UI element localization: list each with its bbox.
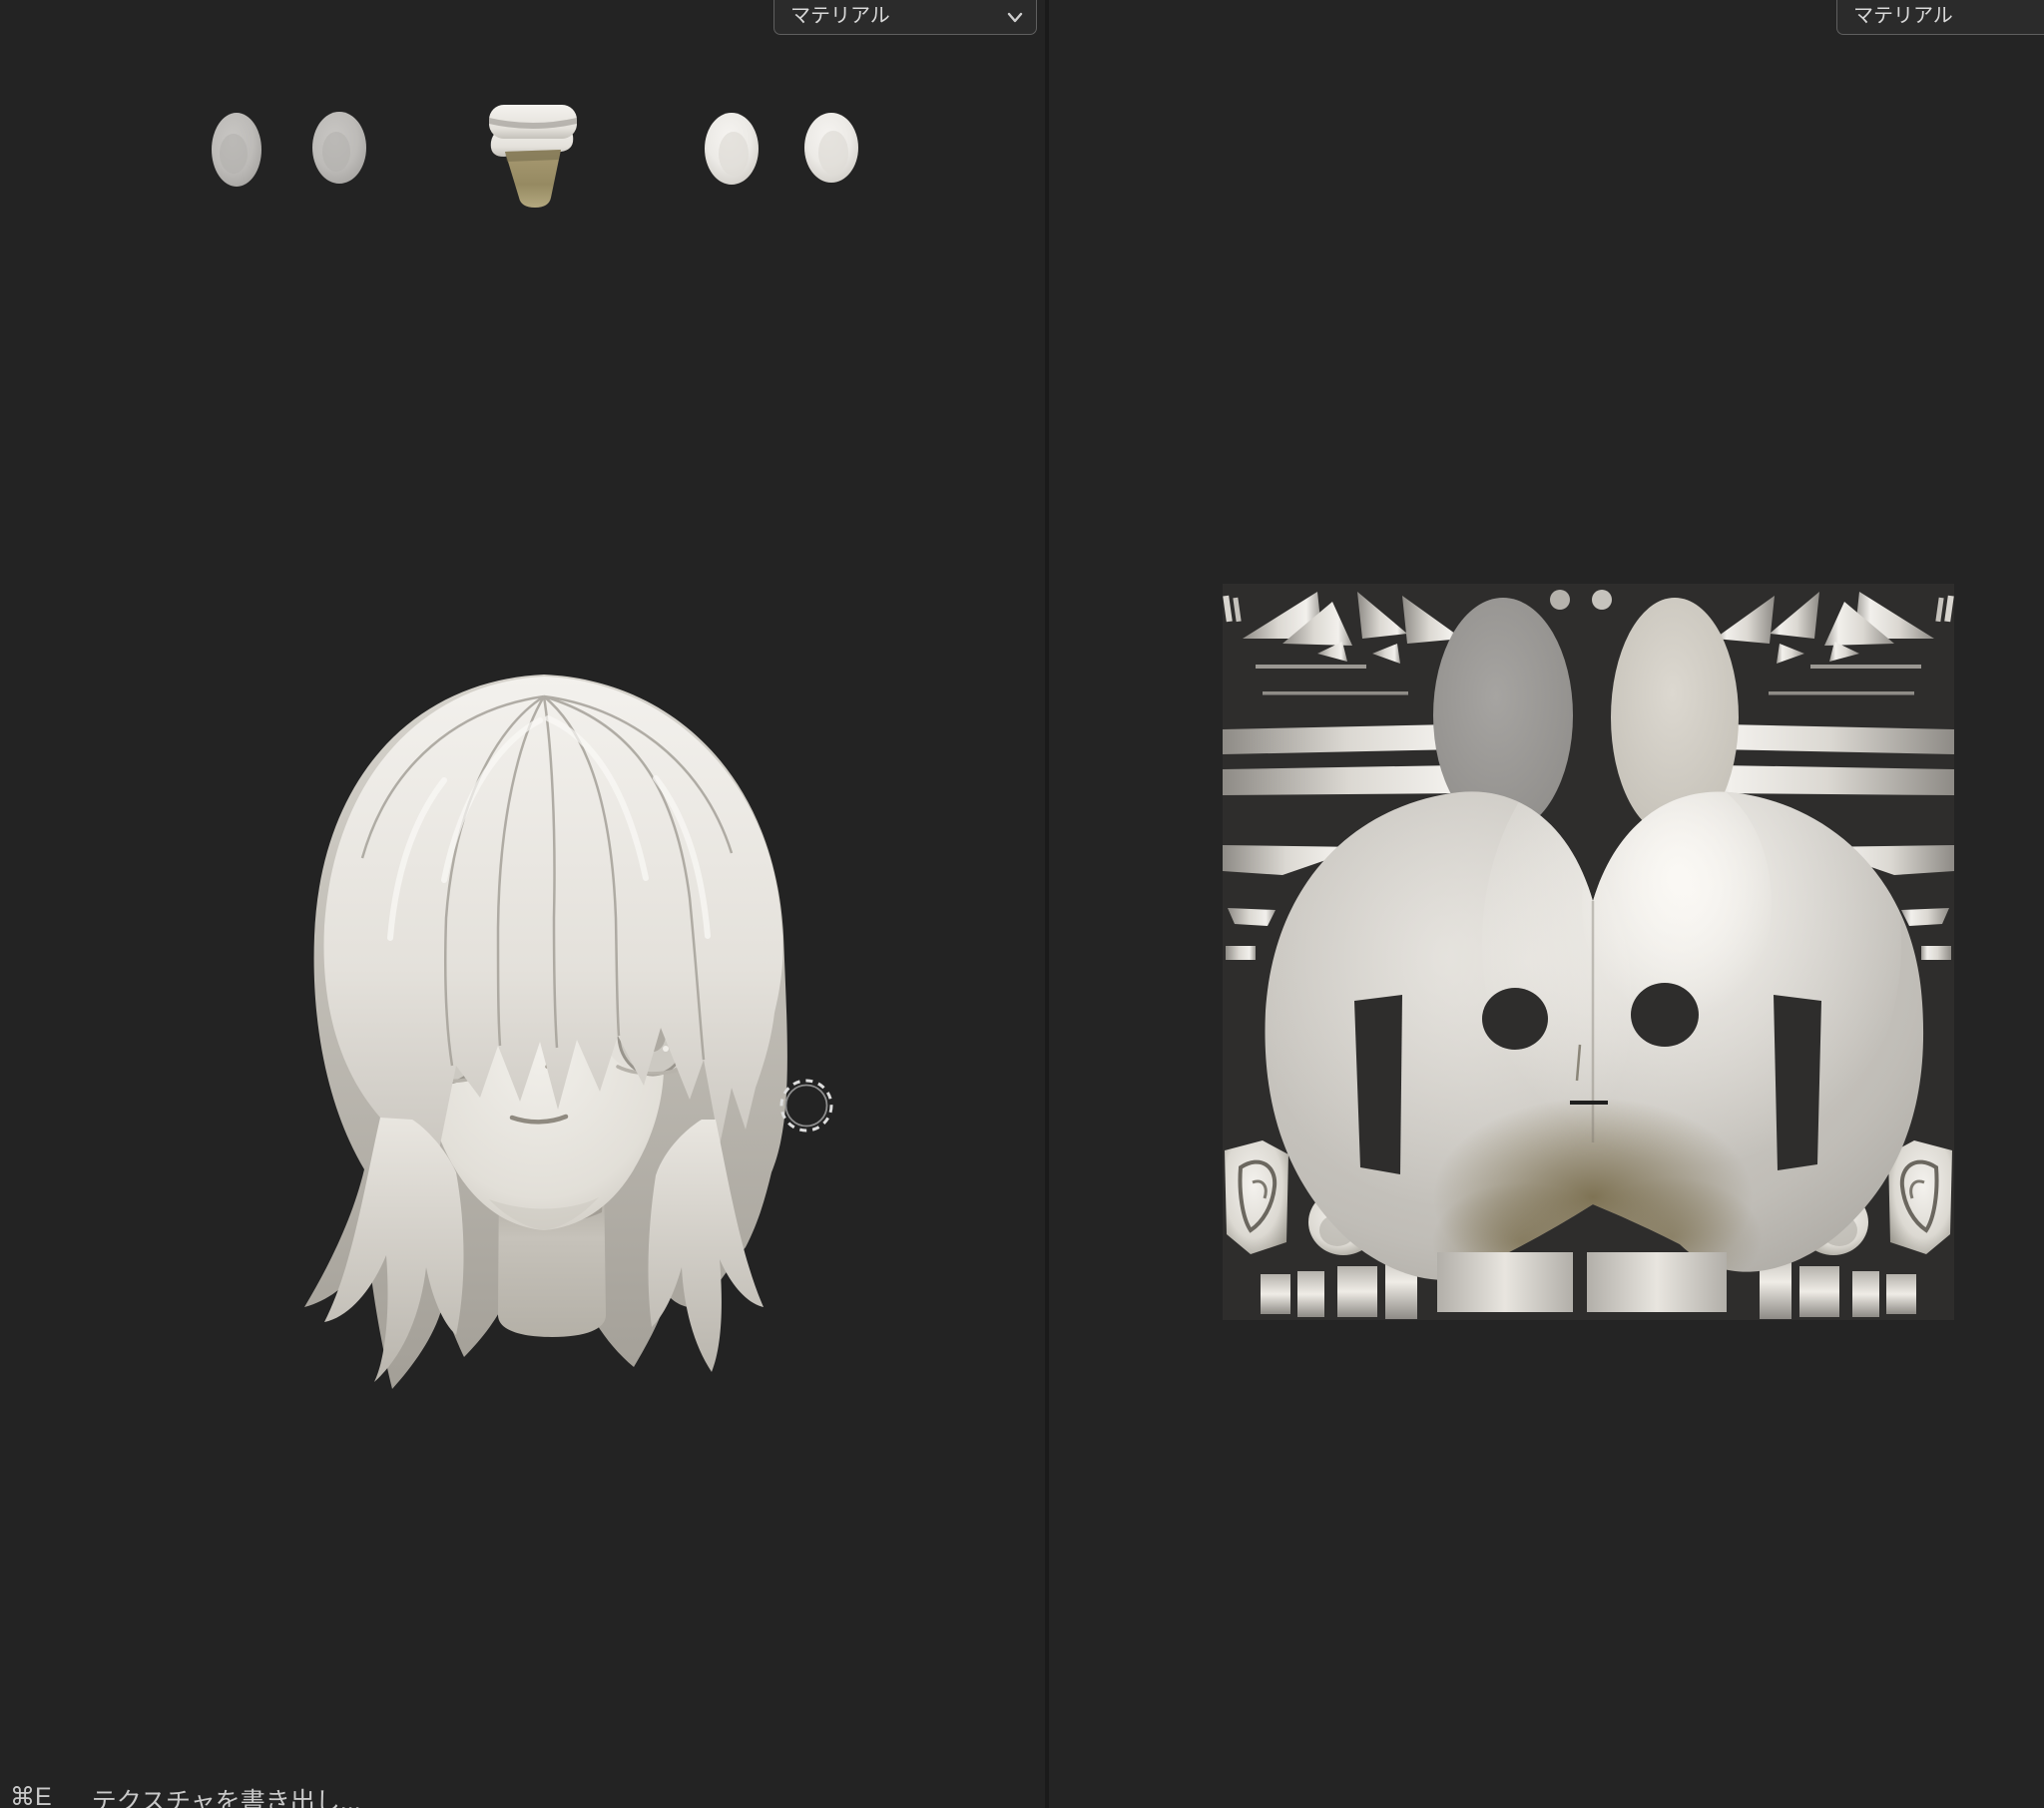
viewport-3d[interactable]: マテリアル xyxy=(0,0,1046,1808)
viewport-uv-texture[interactable]: マテリアル xyxy=(1049,0,2044,1808)
chevron-down-icon xyxy=(1004,6,1026,28)
material-mode-dropdown-left[interactable]: マテリアル xyxy=(773,0,1037,35)
texture-paint-workspace: マテリアル xyxy=(0,0,2044,1808)
mouth-mesh-part[interactable] xyxy=(489,105,577,208)
brush-cursor xyxy=(774,1074,838,1137)
eye-disc-right-pair[interactable] xyxy=(705,113,858,185)
material-dropdown-label: マテリアル xyxy=(1853,0,1953,28)
shortcut-hint: ⌘E xyxy=(10,1782,52,1808)
status-bar: ⌘E テクスチャを書き出し... xyxy=(10,1782,361,1808)
status-message: テクスチャを書き出し... xyxy=(92,1782,361,1808)
uv-texture-map[interactable] xyxy=(1223,584,1954,1320)
material-mode-dropdown-right[interactable]: マテリアル xyxy=(1836,0,2044,35)
floating-mesh-parts[interactable] xyxy=(190,90,888,229)
material-dropdown-label: マテリアル xyxy=(790,0,890,28)
eye-disc-left-pair[interactable] xyxy=(212,112,366,187)
anime-head-model[interactable] xyxy=(294,669,803,1397)
